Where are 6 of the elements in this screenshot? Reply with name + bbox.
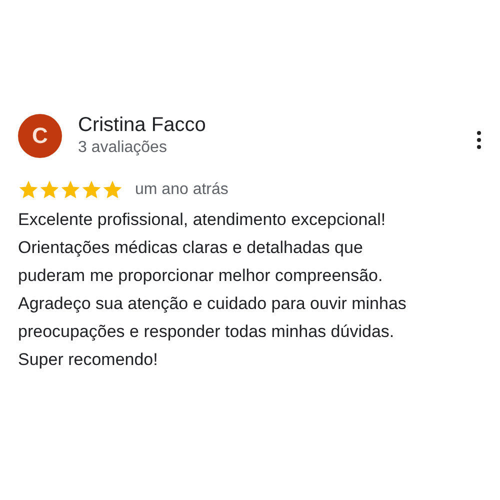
avatar: C: [18, 114, 62, 158]
more-options-icon[interactable]: [476, 130, 482, 150]
author-name: Cristina Facco: [78, 113, 207, 137]
review-text: Excelente profissional, atendimento excepcional! Orientações médicas claras e detalhadas que puderam me proporcionar melhor compreensão. Agradeço sua atenção e cuidado para ouvir minhas preocupações e responder todas minhas dúvidas. Super recomendo!: [18, 209, 408, 371]
review-date: um ano atrás: [135, 180, 228, 198]
review-count: 3 avaliações: [78, 138, 168, 158]
